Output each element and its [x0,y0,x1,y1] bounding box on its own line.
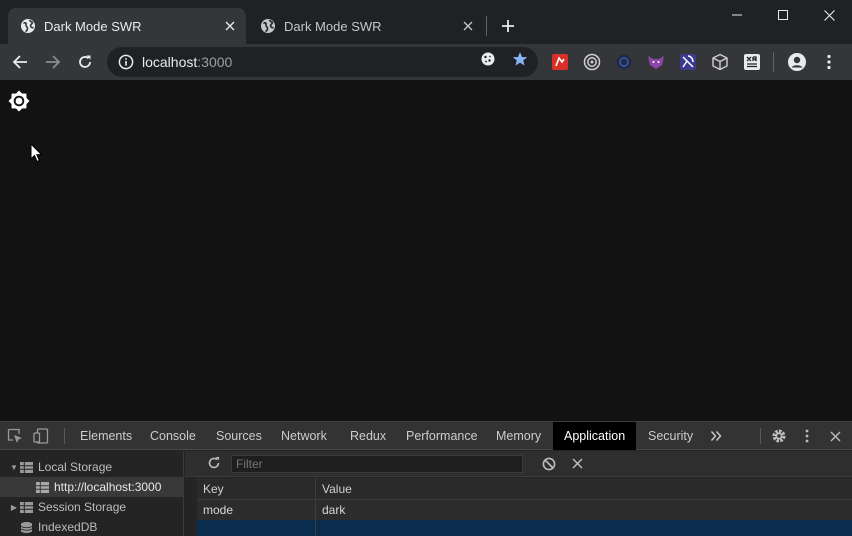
tab-title: Dark Mode SWR [284,18,382,34]
devtools-panel: Elements Console Sources Network Redux P… [0,421,852,536]
arrow-right-icon [46,55,61,69]
mouse-cursor-icon [30,143,43,163]
url-port: :3000 [197,54,233,70]
url-text[interactable]: localhost:3000 [142,54,538,70]
storage-table: Key Value mode dark [197,477,852,536]
sidebar-item-label: http://localhost:3000 [54,480,162,494]
inspect-element-icon[interactable] [6,427,24,445]
more-vertical-icon [827,54,831,70]
storage-grid-icon [20,461,33,473]
devtools-tab-application[interactable]: Application [553,422,637,450]
sidebar-item-label: Local Storage [38,460,113,474]
forward-button[interactable] [39,48,67,76]
devtools-separator [64,428,65,444]
info-icon[interactable] [118,54,134,70]
devtools-tab-performance[interactable]: Performance [406,422,478,450]
sidebar-item-label: IndexedDB [38,520,98,534]
tab-separator [486,16,487,36]
table-cell-value[interactable]: dark [316,500,852,520]
sidebar-item-session-storage[interactable]: ▶ Session Storage [0,497,184,517]
url-host: localhost [142,54,198,70]
extension-cube-icon[interactable] [711,53,729,71]
devtools-settings-gear-icon[interactable] [770,427,788,445]
delete-selected-x-icon[interactable] [572,458,583,469]
browser-menu-button[interactable] [821,53,837,71]
maximize-icon [778,10,788,20]
extension-target-icon[interactable] [583,53,601,71]
table-row-selected-empty[interactable] [197,520,852,536]
globe-icon [21,19,35,33]
column-divider[interactable] [315,478,316,536]
column-header-value[interactable]: Value [316,478,852,500]
refresh-icon[interactable] [207,456,221,470]
theme-toggle-brightness-icon[interactable] [8,90,30,112]
table-cell-key[interactable]: mode [197,500,315,520]
device-toolbar-icon[interactable] [32,427,50,445]
browser-tab-active[interactable]: Dark Mode SWR [8,8,246,44]
extension-red-icon[interactable] [551,53,569,71]
browser-titlebar: Dark Mode SWR Dark Mode SWR [0,0,852,44]
column-header-key[interactable]: Key [197,478,315,500]
extension-redux-icon[interactable] [679,53,697,71]
devtools-close-icon[interactable] [826,427,844,445]
address-bar[interactable]: localhost:3000 [107,47,538,77]
more-tabs-chevron-icon[interactable] [707,427,725,445]
devtools-tabbar: Elements Console Sources Network Redux P… [0,422,852,450]
local-storage-view: Key Value mode dark [185,451,852,536]
collapsed-triangle-icon[interactable]: ▶ [8,503,20,512]
arrow-left-icon [12,55,27,69]
database-icon [20,521,33,533]
sidebar-item-label: Session Storage [38,500,127,514]
close-icon [823,9,835,21]
storage-toolbar [185,451,852,477]
bookmark-star-icon[interactable] [512,51,528,67]
sidebar-item-local-storage-origin[interactable]: http://localhost:3000 [0,477,184,497]
clear-all-block-icon[interactable] [542,457,556,471]
devtools-tab-redux[interactable]: Redux [350,422,386,450]
devtools-tab-console[interactable]: Console [150,422,196,450]
storage-filter-input[interactable] [231,455,523,473]
plus-icon [502,20,514,32]
browser-tab-inactive[interactable]: Dark Mode SWR [248,8,484,44]
close-tab-icon[interactable] [458,16,478,36]
devtools-menu-icon[interactable] [798,427,816,445]
toolbar-separator [773,52,774,72]
profile-avatar[interactable] [787,52,807,72]
storage-grid-icon [36,481,49,493]
minimize-icon [732,14,742,16]
minimize-button[interactable] [714,0,760,30]
close-window-button[interactable] [806,0,852,30]
browser-toolbar: localhost:3000 [0,44,852,80]
sidebar-item-indexeddb[interactable]: IndexedDB [0,517,184,536]
account-icon [788,53,806,71]
back-button[interactable] [6,48,34,76]
cookie-icon[interactable] [480,51,496,67]
storage-grid-icon [20,501,33,513]
devtools-separator [760,428,761,444]
sidebar-item-local-storage[interactable]: ▼ Local Storage [0,457,184,477]
extension-fox-icon[interactable] [647,53,665,71]
devtools-tab-security[interactable]: Security [648,422,693,450]
maximize-button[interactable] [760,0,806,30]
extension-xr-icon[interactable] [743,53,761,71]
application-sidebar: ▼ Local Storage http://localhost:3000 ▶ … [0,451,184,536]
reload-button[interactable] [71,48,99,76]
tab-title: Dark Mode SWR [44,18,142,34]
extension-dark-blue-icon[interactable] [615,53,633,71]
devtools-tab-memory[interactable]: Memory [496,422,541,450]
close-tab-icon[interactable] [220,16,240,36]
expanded-triangle-icon[interactable]: ▼ [8,463,20,472]
reload-icon [79,55,91,68]
page-content [0,80,852,421]
devtools-tab-elements[interactable]: Elements [80,422,132,450]
new-tab-button[interactable] [496,14,520,38]
devtools-tab-network[interactable]: Network [281,422,327,450]
globe-icon [261,19,275,33]
devtools-tab-sources[interactable]: Sources [216,422,262,450]
